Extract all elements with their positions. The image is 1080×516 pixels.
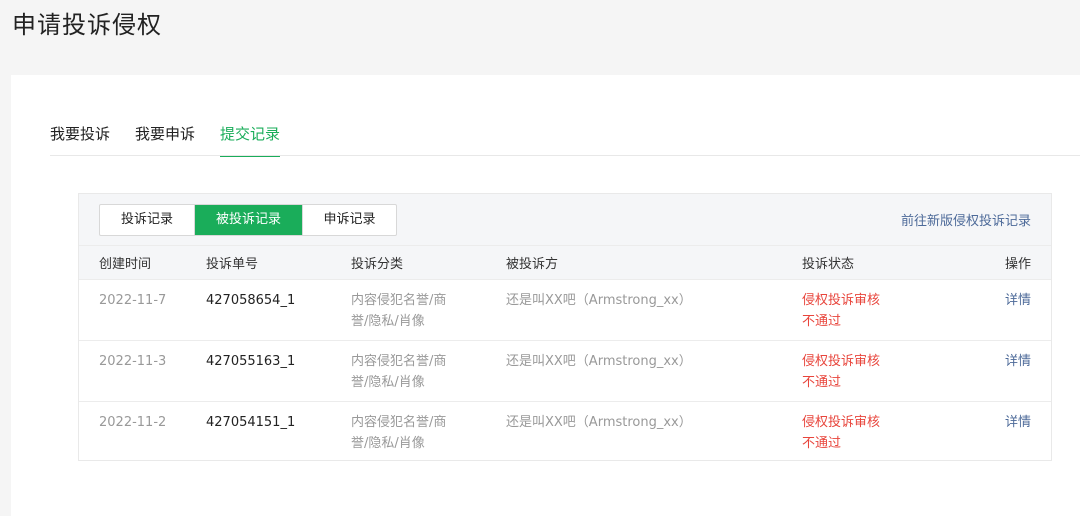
cell-party: 还是叫XX吧（Armstrong_xx） [506, 279, 802, 341]
subtab-appeal-records[interactable]: 申诉记录 [302, 205, 396, 235]
cell-category: 内容侵犯名誉/商誉/隐私/肖像 [351, 292, 447, 329]
tab-appeal[interactable]: 我要申诉 [135, 122, 195, 156]
cell-actions: 详情 [962, 401, 1051, 462]
new-version-records-link[interactable]: 前往新版侵权投诉记录 [901, 212, 1031, 232]
page-title: 申请投诉侵权 [12, 11, 162, 39]
header-category: 投诉分类 [351, 246, 506, 280]
cell-complaint-id: 427055163_1 [206, 340, 351, 402]
cell-category: 内容侵犯名誉/商誉/隐私/肖像 [351, 353, 447, 390]
header-complained-party: 被投诉方 [506, 246, 802, 280]
tabs-divider [50, 155, 1080, 156]
cell-party: 还是叫XX吧（Armstrong_xx） [506, 414, 692, 430]
cell-status: 侵权投诉审核不通过 [802, 292, 881, 329]
records-table: 创建时间 投诉单号 投诉分类 被投诉方 投诉状态 操作 2022-11-7 42… [79, 246, 1051, 462]
cell-category-wrap: 内容侵犯名誉/商誉/隐私/肖像 [351, 340, 506, 402]
cell-complaint-id: 427054151_1 [206, 414, 296, 430]
cell-status: 侵权投诉审核不通过 [802, 414, 881, 451]
table-row: 2022-11-7 427058654_1 内容侵犯名誉/商誉/隐私/肖像 还是… [79, 279, 1051, 341]
cell-category-wrap: 内容侵犯名誉/商誉/隐私/肖像 [351, 401, 506, 462]
tab-submission-records[interactable]: 提交记录 [220, 122, 281, 157]
cell-date: 2022-11-7 [79, 279, 206, 341]
cell-status-wrap: 侵权投诉审核不通过 [802, 279, 962, 341]
sub-tabs: 投诉记录 被投诉记录 申诉记录 [99, 204, 397, 236]
header-created-time: 创建时间 [79, 246, 206, 280]
detail-link[interactable]: 详情 [1005, 415, 1031, 430]
cell-party: 还是叫XX吧（Armstrong_xx） [506, 340, 802, 402]
content-card: 我要投诉 我要申诉 提交记录 投诉记录 被投诉记录 申诉记录 前往新版侵权投诉记… [11, 75, 1080, 516]
cell-status-wrap: 侵权投诉审核不通过 [802, 401, 962, 462]
header-actions: 操作 [962, 246, 1051, 280]
detail-link[interactable]: 详情 [1005, 293, 1031, 308]
table-row: 2022-11-3 427055163_1 内容侵犯名誉/商誉/隐私/肖像 还是… [79, 340, 1051, 402]
main-tabs: 我要投诉 我要申诉 提交记录 [50, 122, 305, 157]
cell-status-wrap: 侵权投诉审核不通过 [802, 340, 962, 402]
subtab-complaint-records[interactable]: 投诉记录 [100, 205, 194, 235]
cell-date: 2022-11-2 [99, 414, 167, 430]
cell-complaint-id: 427058654_1 [206, 279, 351, 341]
cell-category: 内容侵犯名誉/商誉/隐私/肖像 [351, 414, 447, 451]
subtab-complained-records[interactable]: 被投诉记录 [194, 205, 302, 235]
header-status: 投诉状态 [802, 246, 962, 280]
table-row: 2022-11-2 427054151_1 内容侵犯名誉/商誉/隐私/肖像 还是… [79, 401, 1051, 462]
cell-date: 2022-11-3 [79, 340, 206, 402]
header-complaint-id: 投诉单号 [206, 246, 351, 280]
cell-actions: 详情 [962, 279, 1051, 341]
record-panel: 投诉记录 被投诉记录 申诉记录 前往新版侵权投诉记录 创建时间 投诉单号 投诉分… [78, 193, 1052, 461]
tab-complain[interactable]: 我要投诉 [50, 122, 110, 156]
cell-status: 侵权投诉审核不通过 [802, 353, 881, 390]
table-header-row: 创建时间 投诉单号 投诉分类 被投诉方 投诉状态 操作 [79, 246, 1051, 280]
cell-category-wrap: 内容侵犯名誉/商誉/隐私/肖像 [351, 279, 506, 341]
detail-link[interactable]: 详情 [1005, 354, 1031, 369]
cell-actions: 详情 [962, 340, 1051, 402]
panel-header: 投诉记录 被投诉记录 申诉记录 前往新版侵权投诉记录 [79, 194, 1051, 246]
